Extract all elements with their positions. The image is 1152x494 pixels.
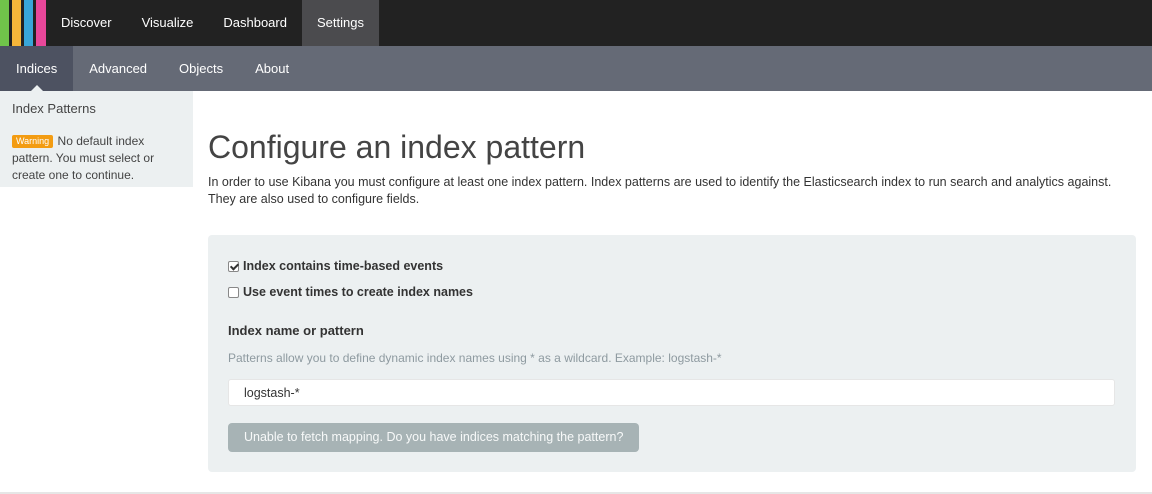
logo-stripe [36, 0, 46, 46]
subtab-advanced[interactable]: Advanced [73, 46, 163, 91]
sidebar-title: Index Patterns [12, 101, 96, 116]
no-default-warning: Warning No default index pattern. You mu… [12, 133, 184, 184]
index-name-label: Index name or pattern [228, 323, 364, 338]
event-times-checkbox[interactable] [228, 286, 239, 298]
tab-settings[interactable]: Settings [301, 0, 379, 46]
kibana-logo[interactable] [0, 0, 46, 46]
page-description: In order to use Kibana you must configur… [208, 175, 1112, 206]
logo-stripe [24, 0, 33, 46]
time-based-option[interactable]: Index contains time-based events [228, 259, 443, 273]
index-pattern-form: Index contains time-based events Use eve… [208, 235, 1136, 472]
create-index-button[interactable]: Unable to fetch mapping. Do you have ind… [228, 423, 640, 452]
time-based-label[interactable]: Index contains time-based events [243, 259, 443, 273]
tab-dashboard[interactable]: Dashboard [208, 0, 302, 46]
top-nav: Discover Visualize Dashboard Settings [0, 0, 1152, 46]
subtab-indices-label: Indices [16, 61, 58, 76]
subtab-about[interactable]: About [239, 46, 305, 91]
tab-discover[interactable]: Discover [46, 0, 127, 46]
time-based-checkbox[interactable] [228, 260, 239, 272]
logo-stripe [0, 0, 9, 46]
settings-subnav: Indices Advanced Objects About [0, 46, 1152, 91]
top-nav-tabs: Discover Visualize Dashboard Settings [46, 0, 379, 46]
page-title: Configure an index pattern [208, 129, 586, 165]
tab-visualize[interactable]: Visualize [127, 0, 209, 46]
main-content: Configure an index pattern In order to u… [208, 128, 1136, 208]
logo-stripe [12, 0, 21, 46]
event-times-option[interactable]: Use event times to create index names [228, 285, 473, 299]
index-name-input[interactable] [228, 379, 1115, 406]
index-patterns-sidebar: Index Patterns Warning No default index … [0, 91, 193, 187]
warning-badge: Warning [12, 135, 54, 148]
subtab-objects[interactable]: Objects [163, 46, 239, 91]
event-times-label[interactable]: Use event times to create index names [243, 285, 473, 299]
subtab-indices[interactable]: Indices [0, 46, 74, 91]
index-name-help: Patterns allow you to define dynamic ind… [228, 351, 722, 365]
